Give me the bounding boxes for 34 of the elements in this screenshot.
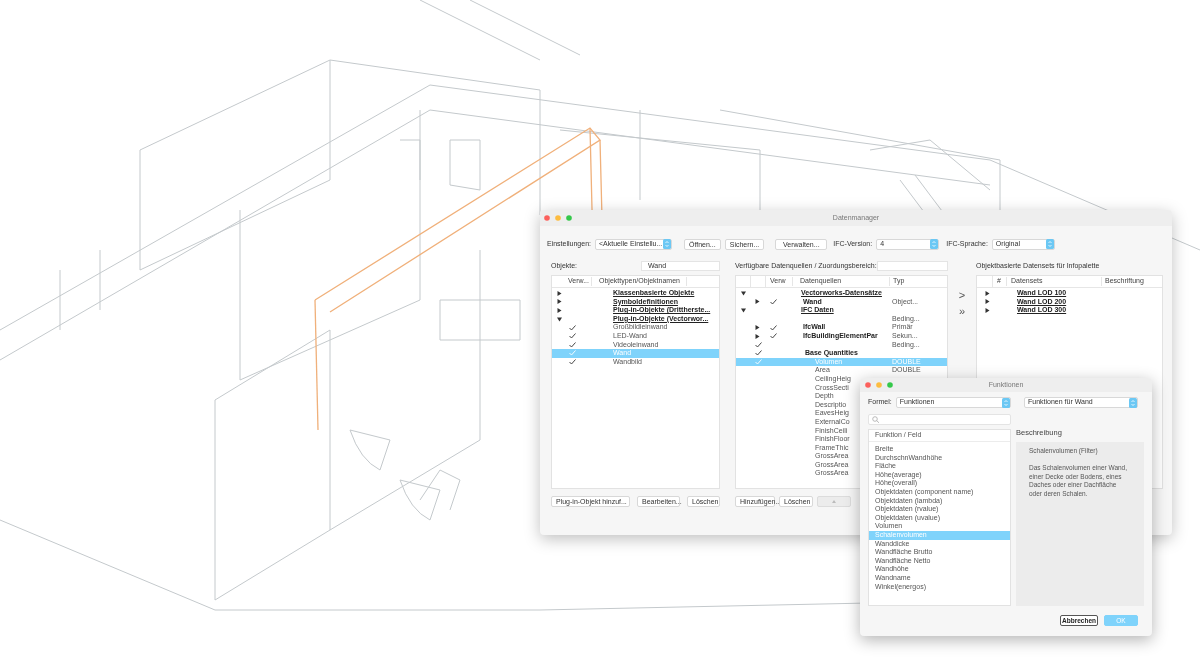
caret-right-icon[interactable] bbox=[755, 299, 760, 305]
caret-right-icon[interactable] bbox=[985, 290, 990, 296]
checkmark-icon[interactable] bbox=[569, 324, 576, 331]
stepper-icon bbox=[663, 239, 671, 249]
checkmark-icon[interactable] bbox=[569, 359, 576, 366]
window-controls-icon[interactable] bbox=[544, 215, 574, 221]
stepper-icon bbox=[1129, 397, 1137, 408]
search-field[interactable] bbox=[868, 414, 1011, 425]
stepper-icon bbox=[1002, 397, 1010, 408]
caret-right-icon[interactable] bbox=[557, 290, 562, 296]
checkmark-icon[interactable] bbox=[569, 341, 576, 348]
window-controls-icon[interactable] bbox=[865, 382, 895, 388]
caret-down-icon[interactable] bbox=[741, 290, 746, 296]
checkmark-icon[interactable] bbox=[755, 350, 762, 357]
caret-right-icon[interactable] bbox=[985, 308, 990, 313]
checkmark-icon[interactable] bbox=[569, 333, 576, 340]
search-icon bbox=[872, 416, 880, 423]
checkmark-icon[interactable] bbox=[755, 341, 762, 348]
caret-right-icon[interactable] bbox=[557, 299, 562, 305]
checkmark-icon[interactable] bbox=[770, 333, 777, 340]
caret-right-icon[interactable] bbox=[557, 308, 562, 313]
stepper-icon bbox=[930, 239, 939, 249]
checkmark-icon[interactable] bbox=[770, 324, 777, 331]
transfer-button[interactable]: > bbox=[956, 289, 968, 301]
caret-down-icon[interactable] bbox=[557, 316, 562, 322]
caret-down-icon[interactable] bbox=[741, 308, 746, 313]
caret-right-icon[interactable] bbox=[755, 333, 760, 339]
search-field[interactable] bbox=[876, 261, 948, 271]
transfer-button[interactable]: » bbox=[956, 305, 968, 317]
checkmark-icon[interactable] bbox=[770, 298, 777, 305]
caret-right-icon[interactable] bbox=[755, 325, 760, 331]
stepper-icon bbox=[1045, 239, 1054, 249]
up-arrow-icon bbox=[832, 500, 836, 503]
caret-right-icon[interactable] bbox=[985, 299, 990, 305]
